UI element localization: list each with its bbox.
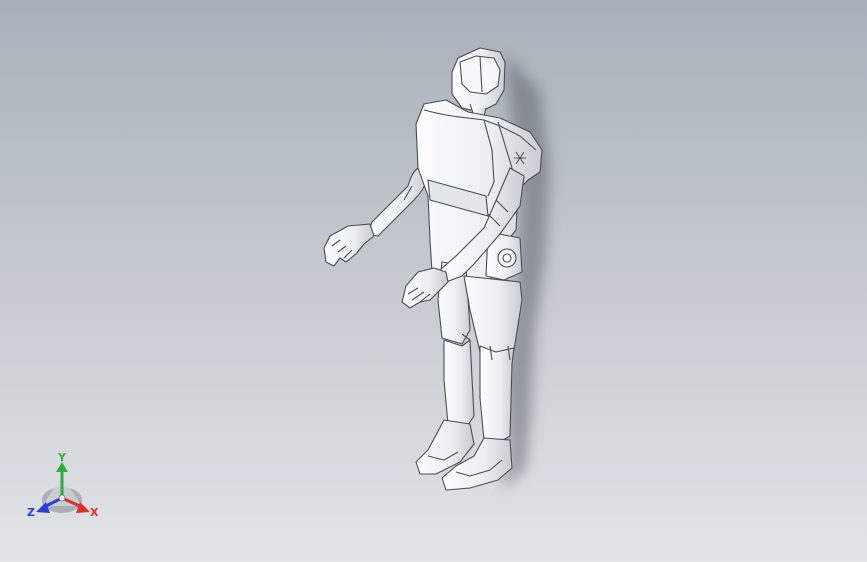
head[interactable]: [451, 47, 506, 117]
z-axis-label: Z: [27, 506, 35, 519]
humanoid-model[interactable]: [323, 47, 543, 491]
left-hand: [323, 223, 375, 267]
y-axis-label: Y: [57, 451, 67, 464]
x-axis-label: X: [90, 506, 99, 519]
graphics-viewport[interactable]: Y X Z: [0, 0, 867, 562]
model-canvas[interactable]: Y X Z: [0, 0, 867, 562]
axis-triad[interactable]: Y X Z: [27, 451, 99, 519]
left-arm[interactable]: [323, 167, 429, 267]
